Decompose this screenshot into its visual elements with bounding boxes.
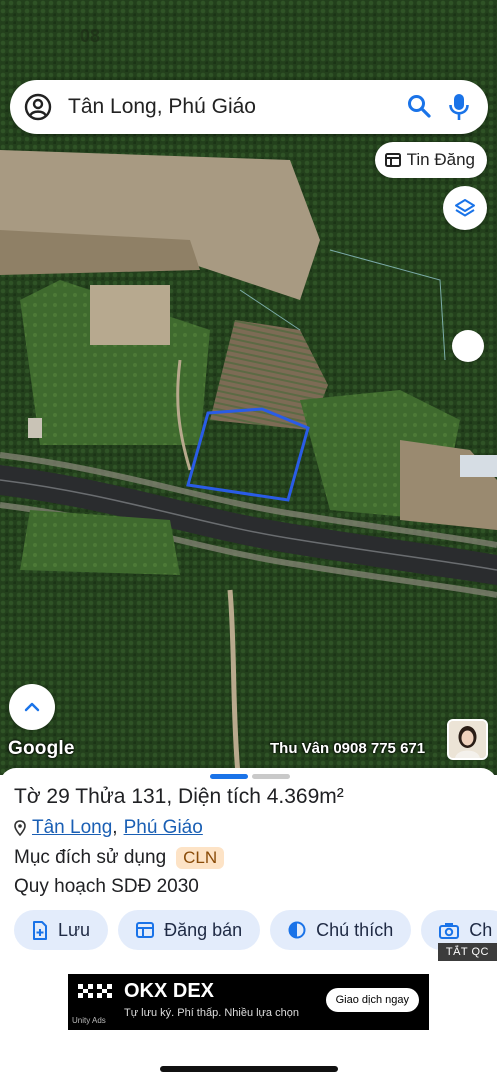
satellite-map[interactable]: 08 Tân Long, Phú Giáo Tin Đăng Google Th… — [0, 0, 497, 775]
listing-icon — [136, 922, 155, 938]
purpose-code-badge: CLN — [176, 847, 225, 869]
hide-ads-button[interactable]: TẮT QC — [437, 943, 497, 961]
purpose-label: Mục đích sử dụng — [14, 847, 167, 868]
search-icon[interactable] — [406, 93, 432, 119]
save-label: Lưu — [58, 919, 91, 940]
ad-banner[interactable]: OKX DEX Tự lưu ký. Phí thấp. Nhiều lựa c… — [68, 974, 429, 1030]
microphone-icon[interactable] — [448, 92, 470, 122]
post-for-sale-button[interactable]: Đăng bán — [118, 910, 261, 950]
save-icon — [33, 920, 47, 940]
save-button[interactable]: Lưu — [14, 910, 109, 950]
ad-subtitle: Tự lưu ký. Phí thấp. Nhiều lựa chọn — [124, 1007, 299, 1019]
camera-label: Ch — [469, 919, 493, 940]
legend-label: Chú thích — [316, 919, 394, 940]
status-bar: 08 — [0, 22, 497, 52]
home-indicator[interactable] — [160, 1066, 338, 1072]
listing-icon — [384, 153, 401, 167]
tin-dang-button[interactable]: Tin Đăng — [374, 142, 487, 178]
chevron-up-icon — [24, 702, 40, 712]
search-bar[interactable]: Tân Long, Phú Giáo — [10, 80, 488, 134]
pager-dot[interactable] — [252, 774, 290, 779]
action-chips: Lưu Đăng bán Chú thích Ch — [14, 910, 497, 952]
account-icon[interactable] — [24, 93, 52, 121]
legend-button[interactable]: Chú thích — [270, 910, 412, 950]
google-attribution: Google — [8, 738, 75, 759]
sheet-pager[interactable] — [210, 774, 290, 779]
person-photo-icon — [449, 721, 486, 758]
okx-logo-icon — [78, 984, 112, 998]
parcel-info-sheet[interactable]: Tờ 29 Thửa 131, Diện tích 4.369m² Tân Lo… — [0, 768, 497, 1080]
pager-dot-active[interactable] — [210, 774, 248, 779]
map-handle[interactable] — [452, 330, 484, 362]
location-line: Tân Long, Phú Giáo — [14, 817, 203, 839]
contact-watermark: Thu Vân 0908 775 671 — [270, 740, 426, 757]
ad-title: OKX DEX — [124, 980, 215, 1002]
land-purpose: Mục đích sử dụng CLN — [14, 847, 225, 869]
ad-cta-button[interactable]: Giao dịch ngay — [325, 988, 419, 1012]
layers-button[interactable] — [443, 186, 487, 230]
location-pin-icon — [14, 820, 26, 836]
ad-network-label: Unity Ads — [72, 1016, 106, 1025]
status-time: 08 — [80, 26, 101, 46]
tin-dang-label: Tin Đăng — [406, 150, 475, 169]
post-for-sale-label: Đăng bán — [164, 919, 243, 940]
camera-icon — [439, 922, 460, 939]
parcel-title: Tờ 29 Thửa 131, Diện tích 4.369m² — [14, 785, 344, 808]
legend-icon — [288, 921, 306, 939]
layers-icon — [455, 199, 475, 217]
planning-label: Quy hoạch SDĐ 2030 — [14, 876, 199, 897]
location-ward-link[interactable]: Tân Long — [32, 817, 112, 838]
location-separator: , — [112, 817, 118, 838]
expand-up-button[interactable] — [9, 684, 55, 730]
search-query[interactable]: Tân Long, Phú Giáo — [68, 95, 256, 119]
location-district-link[interactable]: Phú Giáo — [124, 817, 203, 839]
agent-avatar[interactable] — [447, 719, 488, 760]
